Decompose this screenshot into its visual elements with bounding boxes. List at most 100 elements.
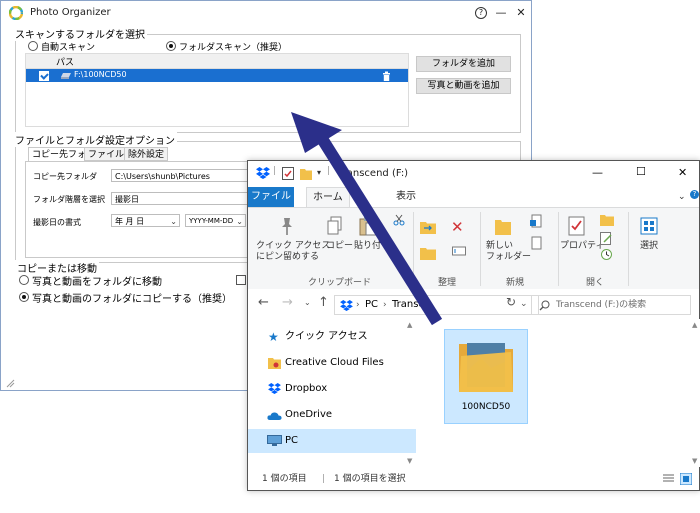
window-title: Photo Organizer [30, 7, 111, 18]
nav-item-onedrive[interactable]: OneDrive [248, 403, 416, 427]
date-order-value: 年 月 日 [115, 217, 145, 226]
row-checkbox[interactable] [39, 71, 49, 81]
delete-icon[interactable]: ✕ [451, 218, 464, 236]
forward-arrow-icon[interactable]: → [282, 295, 293, 310]
properties-icon[interactable] [568, 216, 586, 236]
back-arrow-icon[interactable]: ← [258, 295, 269, 310]
minimize-button[interactable]: — [592, 166, 603, 179]
select-label[interactable]: 選択 [640, 241, 658, 252]
move-radio[interactable] [19, 275, 29, 285]
quick-access-toolbar-dropdown-icon[interactable]: ▾ [317, 168, 321, 177]
paste-label[interactable]: 貼り付 [354, 241, 381, 252]
copy-label[interactable]: コピー [326, 241, 353, 252]
option-checkbox[interactable] [236, 275, 246, 285]
pin-icon[interactable] [278, 216, 296, 236]
up-arrow-icon[interactable]: ↑ [318, 295, 329, 310]
details-view-icon[interactable] [663, 474, 674, 484]
copy-icon[interactable] [327, 216, 343, 236]
recent-locations-icon[interactable]: ⌄ [304, 298, 311, 307]
folder-hierarchy-label: フォルダ階層を選択 [33, 195, 105, 204]
navigation-pane: ★ クイック アクセス Creative Cloud Files Dropbox… [248, 319, 416, 467]
easy-access-icon[interactable] [530, 236, 544, 250]
nav-item-label: OneDrive [285, 409, 333, 420]
pin-label-2[interactable]: にピン留めする [256, 252, 319, 263]
folder-scan-label: フォルダスキャン（推奨） [179, 43, 288, 53]
dest-folder-label: コピー先フォルダ [33, 172, 97, 181]
date-format-select[interactable]: YYYY-MM-DD ⌄ [185, 214, 246, 227]
scan-folder-list: パス F:\100NCD50 [25, 53, 409, 127]
content-scroll-down-icon[interactable]: ▼ [692, 457, 697, 465]
add-media-button[interactable]: 写真と動画を追加 [416, 78, 511, 94]
help-button[interactable]: ? [475, 7, 487, 19]
date-order-select[interactable]: 年 月 日 ⌄ [111, 214, 180, 227]
nav-item-creative-cloud[interactable]: Creative Cloud Files [248, 351, 416, 375]
large-icons-view-icon[interactable] [680, 473, 692, 485]
refresh-icon[interactable]: ↻ [506, 295, 516, 309]
clipboard-group-label: クリップボード [308, 278, 372, 288]
row-path: F:\100NCD50 [74, 70, 127, 79]
close-button[interactable]: ✕ [678, 166, 687, 179]
content-scroll-up-icon[interactable]: ▲ [692, 321, 697, 329]
auto-scan-radio[interactable] [28, 41, 38, 51]
new-folder-quick-icon[interactable] [300, 167, 312, 180]
nav-item-dropbox[interactable]: Dropbox [248, 377, 416, 401]
explorer-title: Transcend (F:) [338, 168, 409, 179]
search-placeholder: Transcend (F:)の検索 [556, 300, 647, 310]
rename-icon[interactable] [452, 244, 466, 258]
folder-item[interactable]: 100NCD50 [444, 329, 528, 424]
folder-hierarchy-select[interactable]: 撮影日 [111, 192, 251, 205]
status-selected-count: 1 個の項目を選択 [334, 474, 406, 484]
add-folder-button[interactable]: フォルダを追加 [416, 56, 511, 72]
dest-folder-input[interactable]: C:\Users\shunb\Pictures [111, 169, 251, 182]
dropbox-icon [256, 167, 270, 179]
new-item-icon[interactable] [530, 214, 544, 228]
minimize-button[interactable]: — [492, 4, 510, 22]
path-column-header: パス [56, 58, 75, 68]
address-dropdown-icon[interactable]: ⌄ [520, 299, 528, 309]
search-input[interactable]: Transcend (F:)の検索 [531, 295, 691, 315]
table-row[interactable]: F:\100NCD50 [26, 69, 408, 82]
nav-item-pc[interactable]: PC [248, 429, 416, 453]
open-group-label: 開く [586, 278, 605, 288]
nav-item-quick-access[interactable]: ★ クイック アクセス [248, 325, 416, 349]
open-icon[interactable] [600, 214, 614, 226]
paste-icon[interactable] [358, 216, 378, 236]
maximize-button[interactable]: ☐ [636, 165, 646, 178]
search-icon [539, 300, 550, 311]
close-button[interactable]: ✕ [512, 4, 530, 22]
new-folder-icon[interactable] [494, 216, 512, 236]
properties-label[interactable]: プロパティ [560, 241, 604, 252]
chevron-down-icon: ⌄ [170, 217, 177, 226]
history-icon[interactable] [600, 248, 613, 261]
move-to-icon[interactable] [420, 220, 436, 234]
breadcrumb-drive[interactable]: Transc [392, 299, 424, 310]
properties-check-icon[interactable] [282, 167, 294, 180]
pin-label-1[interactable]: クイック アクセス [256, 241, 330, 252]
creative-cloud-folder-icon [268, 358, 281, 369]
help-icon[interactable]: ? [690, 190, 699, 199]
tab-file[interactable]: ファイル [248, 187, 294, 207]
ribbon-collapse-icon[interactable]: ⌄ [678, 192, 686, 202]
cut-icon[interactable] [393, 214, 405, 226]
select-icon[interactable] [640, 216, 658, 236]
nav-item-label: Dropbox [285, 383, 328, 394]
nav-scroll-up-icon[interactable]: ▲ [407, 321, 412, 329]
folder-scan-radio[interactable] [166, 41, 176, 51]
copy-radio[interactable] [19, 292, 29, 302]
nav-item-label: Creative Cloud Files [285, 357, 384, 368]
copy-to-icon[interactable] [420, 246, 436, 260]
chevron-down-icon: ⌄ [236, 217, 243, 226]
status-item-count: 1 個の項目 [262, 474, 307, 484]
breadcrumb-pc[interactable]: PC [365, 299, 378, 310]
trash-icon[interactable] [382, 71, 391, 81]
new-folder-label-1[interactable]: 新しい [486, 241, 513, 252]
nav-scroll-down-icon[interactable]: ▼ [407, 457, 412, 465]
tab-view[interactable]: 表示 [396, 187, 416, 207]
tab-exclusion[interactable]: 除外設定 [124, 147, 169, 161]
date-format-value: YYYY-MM-DD [189, 217, 234, 225]
edit-icon[interactable] [600, 232, 613, 245]
new-folder-label-2[interactable]: フォルダー [486, 252, 531, 263]
resize-grip-icon[interactable] [5, 378, 15, 388]
tab-home[interactable]: ホーム [306, 187, 350, 208]
pc-monitor-icon [267, 435, 282, 446]
